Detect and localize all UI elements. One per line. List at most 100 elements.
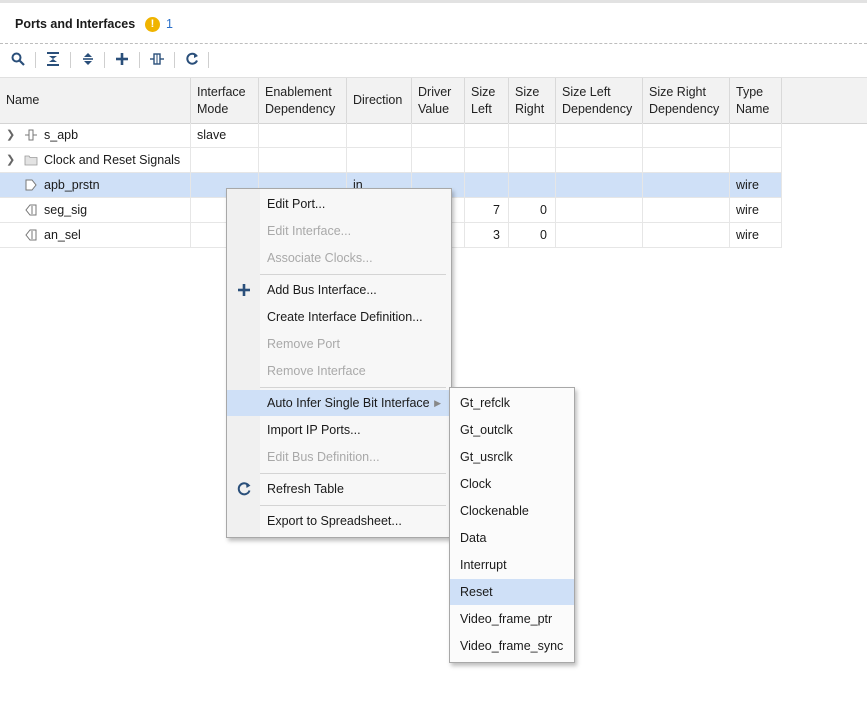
menu-item-edit-bus-definition: Edit Bus Definition...	[227, 444, 451, 470]
column-header[interactable]: Type Name	[730, 78, 782, 123]
row-name: an_sel	[44, 228, 81, 242]
cell	[730, 148, 782, 172]
menu-item-refresh-table[interactable]: Refresh Table	[227, 476, 451, 502]
column-header[interactable]: Name	[0, 78, 191, 123]
cell	[556, 148, 643, 172]
submenu: Gt_refclk Gt_outclk Gt_usrclk Clock Cloc…	[449, 387, 575, 663]
port-icon[interactable]	[147, 49, 167, 69]
cell	[556, 198, 643, 222]
toolbar	[0, 46, 867, 74]
menu-label: Gt_usrclk	[460, 450, 513, 464]
output-port-icon	[25, 204, 37, 216]
cell	[509, 148, 556, 172]
submenu-item-clock[interactable]: Clock	[450, 471, 574, 497]
output-port-icon	[25, 229, 37, 241]
cell	[556, 123, 643, 147]
size-left-cell: 3	[465, 223, 509, 247]
menu-label: Video_frame_sync	[460, 639, 564, 653]
panel-header: Ports and Interfaces ! 1	[0, 3, 867, 43]
submenu-item-video-frame-sync[interactable]: Video_frame_sync	[450, 633, 574, 659]
column-header[interactable]: Size Left	[465, 78, 509, 123]
cell	[730, 123, 782, 147]
menu-label: Gt_outclk	[460, 423, 513, 437]
menu-label: Import IP Ports...	[267, 423, 361, 437]
panel-title: Ports and Interfaces	[15, 17, 136, 31]
cell	[412, 123, 465, 147]
menu-item-edit-port[interactable]: Edit Port...	[227, 191, 451, 217]
menu-label: Reset	[460, 585, 493, 599]
menu-label: Remove Interface	[267, 364, 366, 378]
row-name: seg_sig	[44, 203, 88, 217]
column-header[interactable]: Size Right Dependency	[643, 78, 730, 123]
menu-item-remove-port: Remove Port	[227, 331, 451, 357]
cell	[643, 123, 730, 147]
submenu-item-gt-refclk[interactable]: Gt_refclk	[450, 390, 574, 416]
submenu-arrow-icon: ▶	[434, 398, 441, 408]
submenu-item-data[interactable]: Data	[450, 525, 574, 551]
submenu-item-gt-outclk[interactable]: Gt_outclk	[450, 417, 574, 443]
name-cell: ❯ s_apb	[0, 123, 191, 147]
menu-label: Video_frame_ptr	[460, 612, 553, 626]
submenu-item-reset[interactable]: Reset	[450, 579, 574, 605]
chevron-right-icon[interactable]: ❯	[6, 123, 18, 147]
table-row[interactable]: ❯ Clock and Reset Signals	[0, 148, 782, 173]
menu-label: Edit Port...	[267, 197, 326, 211]
menu-label: Auto Infer Single Bit Interface	[267, 396, 430, 410]
menu-separator	[260, 274, 446, 275]
cell	[465, 123, 509, 147]
toolbar-separator	[70, 52, 71, 68]
cell	[347, 148, 412, 172]
add-icon[interactable]	[112, 49, 132, 69]
cell	[191, 148, 259, 172]
row-name: apb_prstn	[44, 178, 100, 192]
search-icon[interactable]	[8, 49, 28, 69]
column-header[interactable]: Enablement Dependency	[259, 78, 347, 123]
refresh-icon[interactable]	[182, 49, 202, 69]
submenu-item-interrupt[interactable]: Interrupt	[450, 552, 574, 578]
column-header[interactable]: Direction	[347, 78, 412, 123]
menu-label: Gt_refclk	[460, 396, 511, 410]
toolbar-separator	[139, 52, 140, 68]
column-header[interactable]: Size Right	[509, 78, 556, 123]
submenu-item-gt-usrclk[interactable]: Gt_usrclk	[450, 444, 574, 470]
submenu-item-video-frame-ptr[interactable]: Video_frame_ptr	[450, 606, 574, 632]
column-header[interactable]: Interface Mode	[191, 78, 259, 123]
submenu-item-clockenable[interactable]: Clockenable	[450, 498, 574, 524]
name-cell: ❯ Clock and Reset Signals	[0, 148, 191, 172]
menu-label: Associate Clocks...	[267, 251, 373, 265]
cell	[556, 223, 643, 247]
menu-label: Clock	[460, 477, 492, 491]
menu-item-create-interface-definition[interactable]: Create Interface Definition...	[227, 304, 451, 330]
menu-label: Remove Port	[267, 337, 340, 351]
menu-item-auto-infer-single-bit-interface[interactable]: Auto Infer Single Bit Interface ▶	[227, 390, 451, 416]
toolbar-separator	[208, 52, 209, 68]
warning-icon[interactable]: !	[145, 17, 160, 32]
menu-label: Data	[460, 531, 487, 545]
table-header: Name Interface Mode Enablement Dependenc…	[0, 77, 867, 124]
menu-label: Edit Interface...	[267, 224, 352, 238]
menu-separator	[260, 473, 446, 474]
warning-count[interactable]: 1	[166, 17, 173, 31]
menu-item-export-to-spreadsheet[interactable]: Export to Spreadsheet...	[227, 508, 451, 534]
cell	[465, 173, 509, 197]
collapse-all-icon[interactable]	[43, 49, 63, 69]
menu-label: Clockenable	[460, 504, 529, 518]
cell	[347, 123, 412, 147]
menu-separator	[260, 387, 446, 388]
column-header[interactable]: Driver Value	[412, 78, 465, 123]
cell	[643, 148, 730, 172]
menu-item-import-ip-ports[interactable]: Import IP Ports...	[227, 417, 451, 443]
table-row[interactable]: ❯ s_apb slave	[0, 123, 782, 148]
expand-all-icon[interactable]	[78, 49, 98, 69]
menu-item-add-bus-interface[interactable]: Add Bus Interface...	[227, 277, 451, 303]
row-name: Clock and Reset Signals	[44, 153, 181, 167]
size-right-cell: 0	[509, 198, 556, 222]
type-name-cell: wire	[730, 223, 782, 247]
menu-label: Edit Bus Definition...	[267, 450, 380, 464]
cell	[412, 148, 465, 172]
chevron-right-icon[interactable]: ❯	[6, 148, 18, 172]
column-header[interactable]: Size Left Dependency	[556, 78, 643, 123]
cell	[643, 223, 730, 247]
size-left-cell: 7	[465, 198, 509, 222]
menu-label: Create Interface Definition...	[267, 310, 423, 324]
